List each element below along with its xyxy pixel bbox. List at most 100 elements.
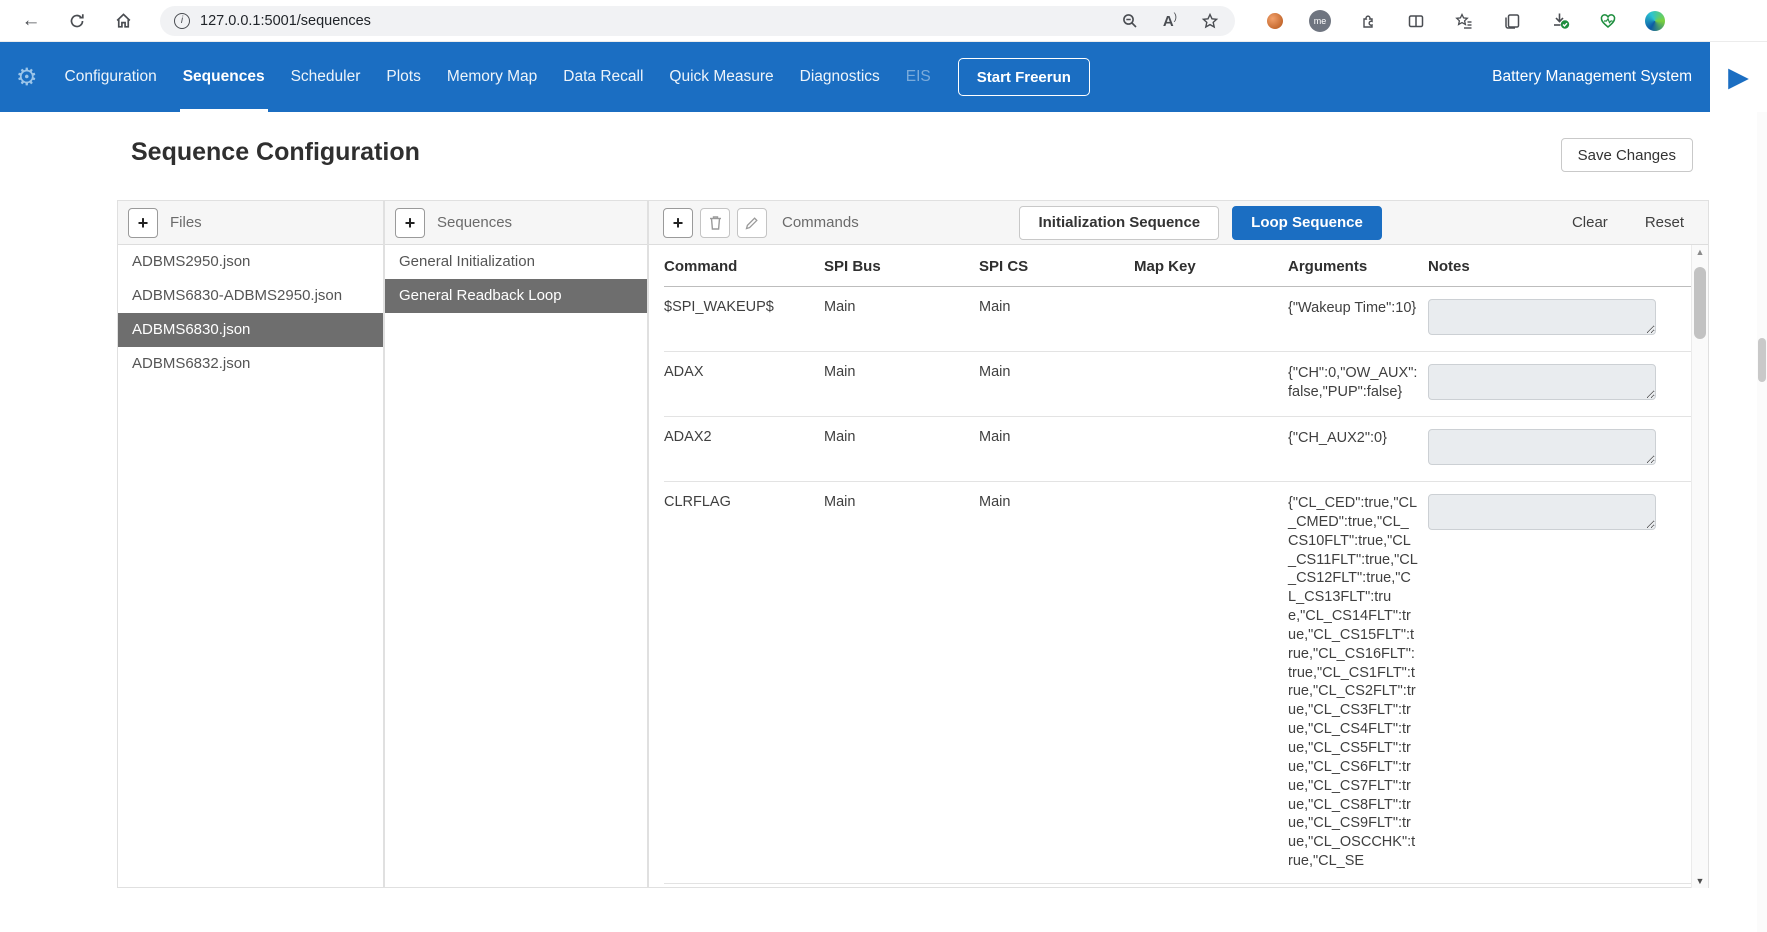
files-panel-header: + Files — [118, 201, 383, 245]
nav-item-eis[interactable]: EIS — [893, 42, 944, 112]
loop-sequence-button[interactable]: Loop Sequence — [1232, 206, 1382, 240]
commands-table: Command SPI Bus SPI CS Map Key Arguments… — [664, 245, 1691, 884]
favorites-bar-icon[interactable] — [1453, 12, 1475, 30]
url-text[interactable]: 127.0.0.1:5001/sequences — [200, 13, 1109, 29]
cell-arguments: {"Wakeup Time":10} — [1288, 287, 1428, 352]
home-icon-glyph — [114, 11, 133, 30]
nav-item-scheduler[interactable]: Scheduler — [278, 42, 374, 112]
browser-essentials-glyph — [1599, 12, 1617, 30]
collections-icon[interactable] — [1501, 12, 1523, 30]
nav-item-plots[interactable]: Plots — [373, 42, 433, 112]
cell-command: ADAX — [664, 352, 824, 417]
file-list-item[interactable]: ADBMS2950.json — [118, 245, 383, 279]
cell-command: $SPI_WAKEUP$ — [664, 287, 824, 352]
downloads-glyph — [1551, 11, 1570, 30]
page-scrollbar[interactable] — [1757, 112, 1767, 932]
file-list-item-selected[interactable]: ADBMS6830.json — [118, 313, 383, 347]
extensions-puzzle-glyph — [1359, 12, 1377, 30]
page-scrollbar-thumb[interactable] — [1758, 338, 1766, 382]
collections-glyph — [1503, 12, 1521, 30]
refresh-icon[interactable] — [66, 12, 88, 30]
add-sequence-button[interactable]: + — [395, 208, 425, 238]
delete-command-button[interactable] — [700, 208, 730, 238]
col-header-spi-cs: SPI CS — [979, 245, 1134, 287]
scrollbar-thumb[interactable] — [1694, 267, 1706, 339]
nav-item-configuration[interactable]: Configuration — [52, 42, 170, 112]
downloads-icon[interactable] — [1549, 11, 1571, 30]
trash-icon — [708, 215, 723, 231]
extensions-puzzle-icon[interactable] — [1357, 12, 1379, 30]
nav-item-data-recall[interactable]: Data Recall — [550, 42, 656, 112]
cell-spi-bus: Main — [824, 287, 979, 352]
reset-button[interactable]: Reset — [1645, 214, 1684, 231]
profile-avatar[interactable]: me — [1309, 10, 1331, 32]
nav-item-memory-map[interactable]: Memory Map — [434, 42, 550, 112]
pencil-icon — [744, 215, 760, 231]
nav-item-quick-measure[interactable]: Quick Measure — [656, 42, 786, 112]
sequences-panel-header: + Sequences — [385, 201, 647, 245]
sequences-panel-title: Sequences — [437, 214, 512, 231]
read-aloud-wave: ) — [1174, 12, 1177, 23]
edit-command-button[interactable] — [737, 208, 767, 238]
favorites-bar-glyph — [1455, 12, 1473, 30]
command-row[interactable]: CLRFLAG Main Main {"CL_CED":true,"CL_CME… — [664, 482, 1691, 884]
refresh-icon-glyph — [68, 12, 86, 30]
commands-panel-title: Commands — [782, 214, 859, 231]
sequence-list-item-selected[interactable]: General Readback Loop — [385, 279, 647, 313]
commands-panel: + Commands Initialization Sequence Loop … — [648, 200, 1709, 888]
cell-map-key — [1134, 482, 1288, 884]
add-command-button[interactable]: + — [663, 208, 693, 238]
commands-scrollbar[interactable]: ▲ ▼ — [1691, 245, 1708, 888]
edge-copilot-icon[interactable] — [1645, 11, 1665, 31]
home-icon[interactable] — [112, 11, 134, 30]
settings-gear-icon[interactable]: ⚙ — [0, 63, 52, 92]
back-icon[interactable]: ← — [20, 10, 42, 32]
page-title: Sequence Configuration — [131, 138, 420, 167]
file-list-item[interactable]: ADBMS6830-ADBMS2950.json — [118, 279, 383, 313]
col-header-map-key: Map Key — [1134, 245, 1288, 287]
command-row[interactable]: ADAX2 Main Main {"CH_AUX2":0} — [664, 417, 1691, 482]
site-info-icon[interactable]: i — [174, 13, 190, 29]
extension-favicon-orange[interactable] — [1267, 13, 1283, 29]
read-aloud-icon[interactable]: A) — [1163, 12, 1177, 30]
browser-chrome: ← i 127.0.0.1:5001/sequences A) — [0, 0, 1767, 42]
cell-spi-cs: Main — [979, 352, 1134, 417]
zoom-out-icon-glyph — [1121, 12, 1139, 30]
scroll-up-arrow[interactable]: ▲ — [1692, 247, 1708, 257]
notes-textarea[interactable] — [1428, 494, 1656, 530]
split-screen-icon[interactable] — [1405, 12, 1427, 30]
notes-textarea[interactable] — [1428, 299, 1656, 335]
notes-textarea[interactable] — [1428, 429, 1656, 465]
commands-table-region: Command SPI Bus SPI CS Map Key Arguments… — [649, 245, 1708, 888]
run-play-button[interactable]: ▶ — [1710, 42, 1767, 112]
zoom-out-icon[interactable] — [1119, 12, 1141, 30]
cell-map-key — [1134, 417, 1288, 482]
browser-essentials-icon[interactable] — [1597, 12, 1619, 30]
notes-textarea[interactable] — [1428, 364, 1656, 400]
cell-map-key — [1134, 352, 1288, 417]
add-file-button[interactable]: + — [128, 208, 158, 238]
cell-map-key — [1134, 287, 1288, 352]
cell-arguments: {"CL_CED":true,"CL_CMED":true,"CL_CS10FL… — [1288, 482, 1428, 884]
save-changes-button[interactable]: Save Changes — [1561, 138, 1693, 172]
clear-button[interactable]: Clear — [1572, 214, 1608, 231]
cell-spi-cs: Main — [979, 482, 1134, 884]
cell-spi-cs: Main — [979, 417, 1134, 482]
play-icon: ▶ — [1728, 62, 1749, 93]
command-row[interactable]: $SPI_WAKEUP$ Main Main {"Wakeup Time":10… — [664, 287, 1691, 352]
command-row[interactable]: ADAX Main Main {"CH":0,"OW_AUX":false,"P… — [664, 352, 1691, 417]
sequences-panel: + Sequences General Initialization Gener… — [384, 200, 648, 888]
nav-item-sequences[interactable]: Sequences — [170, 42, 278, 112]
nav-item-diagnostics[interactable]: Diagnostics — [787, 42, 893, 112]
sequence-list-item[interactable]: General Initialization — [385, 245, 647, 279]
cell-command: CLRFLAG — [664, 482, 824, 884]
initialization-sequence-button[interactable]: Initialization Sequence — [1019, 206, 1219, 240]
start-freerun-button[interactable]: Start Freerun — [958, 58, 1090, 96]
files-panel: + Files ADBMS2950.json ADBMS6830-ADBMS29… — [117, 200, 384, 888]
favorite-star-icon[interactable] — [1199, 12, 1221, 30]
cell-arguments: {"CH":0,"OW_AUX":false,"PUP":false} — [1288, 352, 1428, 417]
file-list-item[interactable]: ADBMS6832.json — [118, 347, 383, 381]
address-bar[interactable]: i 127.0.0.1:5001/sequences A) — [160, 6, 1235, 36]
cell-command: ADAX2 — [664, 417, 824, 482]
scroll-down-arrow[interactable]: ▼ — [1692, 876, 1708, 886]
